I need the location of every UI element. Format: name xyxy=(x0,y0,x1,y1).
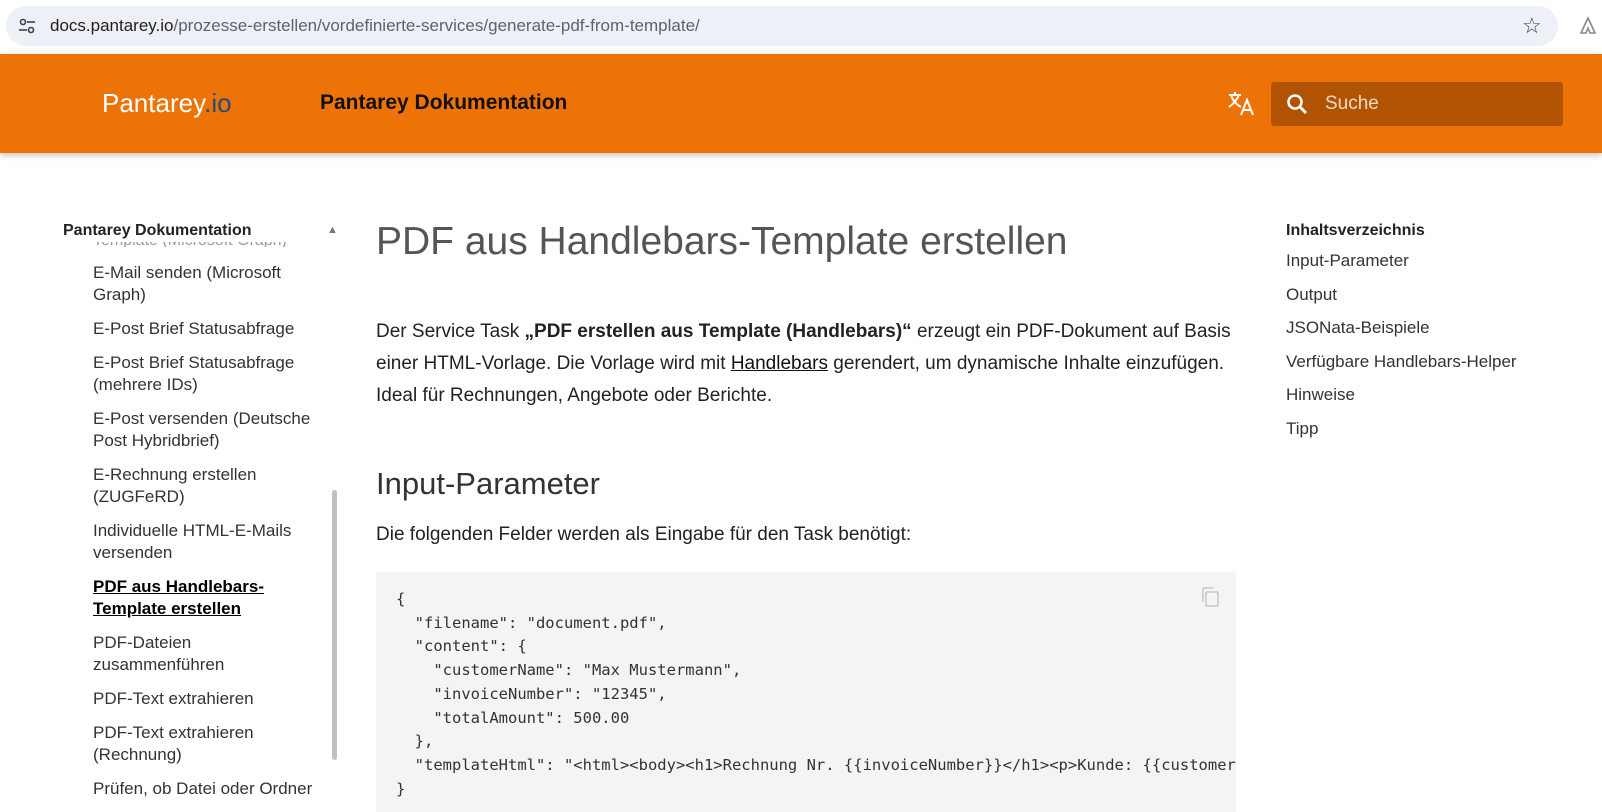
table-of-contents: Inhaltsverzeichnis Input-Parameter Outpu… xyxy=(1286,218,1586,451)
sidebar-item-epost-status[interactable]: E-Post Brief Statusabfrage xyxy=(93,318,325,340)
main-content: PDF aus Handlebars-Template erstellen De… xyxy=(376,218,1236,812)
site-header: Pantarey.io Pantarey Dokumentation xyxy=(0,54,1602,153)
sidebar-title[interactable]: Pantarey Dokumentation xyxy=(63,222,323,242)
chevron-up-icon[interactable]: ▲ xyxy=(327,224,338,236)
url-path: /prozesse-erstellen/vordefinierte-servic… xyxy=(173,16,700,35)
toc-title: Inhaltsverzeichnis xyxy=(1286,222,1425,239)
logo-suffix: .io xyxy=(204,88,232,118)
search-box[interactable] xyxy=(1271,82,1563,126)
url-host: docs.pantarey.io xyxy=(50,16,174,35)
url-text[interactable]: docs.pantarey.io/prozesse-erstellen/vord… xyxy=(50,16,700,36)
sidebar-item-epost-status-multi[interactable]: E-Post Brief Statusabfrage (mehrere IDs) xyxy=(93,352,325,396)
extension-icon[interactable] xyxy=(1578,16,1598,36)
sidebar-item-pdf-template[interactable]: PDF aus Handlebars-Template erstellen xyxy=(93,576,325,620)
toc-item-tipp[interactable]: Tipp xyxy=(1286,418,1586,440)
sidebar-item-email-graph[interactable]: E-Mail senden (Microsoft Graph) xyxy=(93,262,325,306)
search-icon xyxy=(1287,94,1307,114)
sidebar-list: E-Mail senden (Microsoft Graph) E-Post B… xyxy=(93,262,325,797)
intro-bold: „PDF erstellen aus Template (Handlebars)… xyxy=(524,321,912,342)
sidebar-item-html-emails[interactable]: Individuelle HTML-E-Mails versenden xyxy=(93,520,325,564)
sidebar-nav: Pantarey Dokumentation ▲ Template (Micro… xyxy=(63,218,343,797)
code-block[interactable]: { "filename": "document.pdf", "content":… xyxy=(376,572,1236,812)
toc-list: Input-Parameter Output JSONata-Beispiele… xyxy=(1286,250,1586,440)
sidebar-scrollbar[interactable] xyxy=(332,490,337,760)
intro-paragraph: Der Service Task „PDF erstellen aus Temp… xyxy=(376,316,1236,412)
sidebar-item-pdf-text-invoice[interactable]: PDF-Text extrahieren (Rechnung) xyxy=(93,722,325,766)
section-heading-input: Input-Parameter xyxy=(376,466,600,501)
star-icon[interactable]: ☆ xyxy=(1522,15,1542,37)
search-input[interactable] xyxy=(1325,82,1555,126)
translate-icon[interactable] xyxy=(1226,88,1256,118)
page-title: PDF aus Handlebars-Template erstellen xyxy=(376,220,1068,263)
toc-item-jsonata[interactable]: JSONata-Beispiele xyxy=(1286,317,1586,339)
toc-item-output[interactable]: Output xyxy=(1286,284,1586,306)
site-title[interactable]: Pantarey Dokumentation xyxy=(320,91,567,115)
browser-toolbar: docs.pantarey.io/prozesse-erstellen/vord… xyxy=(0,0,1602,54)
toc-item-helpers[interactable]: Verfügbare Handlebars-Helper xyxy=(1286,351,1586,373)
copy-icon[interactable] xyxy=(1200,586,1220,608)
code-content: { "filename": "document.pdf", "content":… xyxy=(396,590,1236,798)
sidebar-item-file-exists[interactable]: Prüfen, ob Datei oder Ordner existiert xyxy=(93,778,325,797)
sidebar-item-pdf-merge[interactable]: PDF-Dateien zusammenführen xyxy=(93,632,325,676)
address-bar[interactable]: docs.pantarey.io/prozesse-erstellen/vord… xyxy=(6,6,1558,46)
toc-item-hinweise[interactable]: Hinweise xyxy=(1286,384,1586,406)
tune-icon[interactable] xyxy=(18,17,36,35)
sidebar-item-erechnung[interactable]: E-Rechnung erstellen (ZUGFeRD) xyxy=(93,464,325,508)
intro-text-1: Der Service Task xyxy=(376,321,525,342)
handlebars-link[interactable]: Handlebars xyxy=(731,353,828,374)
sidebar-item-pdf-text[interactable]: PDF-Text extrahieren xyxy=(93,688,325,710)
toc-item-input[interactable]: Input-Parameter xyxy=(1286,250,1586,272)
logo[interactable]: Pantarey.io xyxy=(102,88,232,119)
sidebar-item-epost-send[interactable]: E-Post versenden (Deutsche Post Hybridbr… xyxy=(93,408,325,452)
section-lead: Die folgenden Felder werden als Eingabe … xyxy=(376,524,912,545)
logo-main: Pantarey xyxy=(102,88,205,118)
